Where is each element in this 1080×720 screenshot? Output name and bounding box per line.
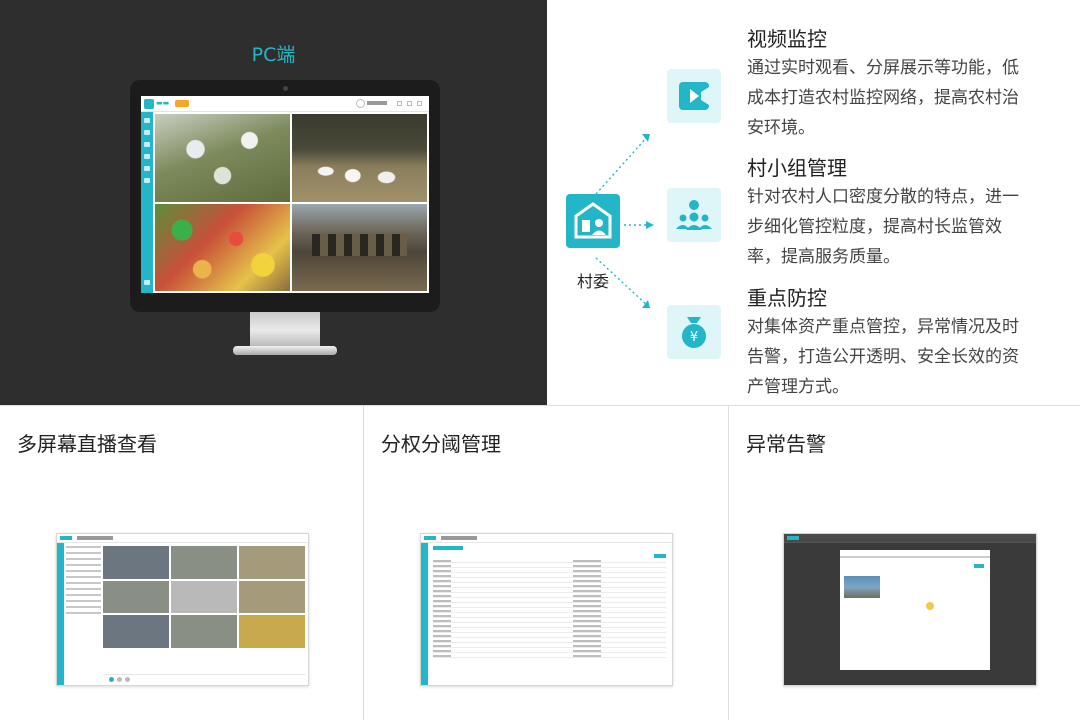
- feature-title-group: 村小组管理: [747, 156, 847, 180]
- feature-desc-video: 通过实时观看、分屏展示等功能，低 成本打造农村监控网络，提高农村治 安环境。: [747, 53, 1052, 143]
- desc-line: 针对农村人口密度分散的特点，进一: [747, 187, 1019, 207]
- feature-title-video: 视频监控: [747, 27, 827, 51]
- card-multiscreen: 多屏幕直播查看: [0, 406, 364, 720]
- feature-desc-group: 针对农村人口密度分散的特点，进一 步细化管控粒度，提高村长监管效 率，提高服务质…: [747, 182, 1052, 272]
- alarm-dialog: [840, 550, 990, 670]
- monitor-illustration: ▬▬: [130, 80, 440, 312]
- dialog-header: [840, 556, 990, 558]
- mini-tabs: [433, 546, 463, 550]
- mini-tree: [66, 546, 101, 618]
- app-topbar: ▬▬: [141, 96, 429, 112]
- mini-sidebar: [421, 543, 428, 685]
- mini-table: [433, 558, 666, 658]
- username-placeholder: [367, 101, 387, 105]
- card-title: 异常告警: [746, 432, 826, 456]
- app-logo-icon: [144, 99, 154, 109]
- mini-playback-bar: [103, 674, 305, 682]
- mini-topbar: [421, 534, 672, 543]
- close-icon: [417, 101, 422, 106]
- alarm-snapshot: [844, 576, 880, 598]
- market-camera-tile: [155, 203, 290, 291]
- card-title: 分权分阈管理: [381, 432, 501, 456]
- pc-title: PC端: [251, 44, 296, 66]
- mini-topbar: [57, 534, 308, 543]
- pc-showcase-panel: PC端 ▬▬: [0, 0, 547, 405]
- video-camera-icon: [667, 69, 721, 123]
- sidebar-icon: [144, 280, 150, 285]
- desc-line: 告警，打造公开透明、安全长效的资: [747, 347, 1019, 367]
- monitor-stand-base: [233, 346, 337, 355]
- monitor-stand-neck: [250, 312, 320, 348]
- multiscreen-screenshot: [56, 533, 309, 686]
- maximize-icon: [407, 101, 412, 106]
- desc-line: 步细化管控粒度，提高村长监管效: [747, 217, 1002, 237]
- app-sidebar: [141, 112, 153, 293]
- alarm-indicator-icon: [926, 602, 934, 610]
- money-bag-icon: ¥: [667, 305, 721, 359]
- feature-desc-guard: 对集体资产重点管控，异常情况及时 告警，打造公开透明、安全长效的资 产管理方式。: [747, 312, 1052, 402]
- hub-label: 村委: [576, 272, 609, 291]
- monitor-camera-dot: [283, 86, 288, 91]
- mini-sidebar: [57, 543, 64, 685]
- sidebar-icon: [144, 178, 150, 183]
- sidebar-icon: [144, 142, 150, 147]
- card-title: 多屏幕直播查看: [17, 432, 157, 456]
- card-permissions: 分权分阈管理: [364, 406, 729, 720]
- mini-topbar: [784, 534, 1036, 543]
- app-logo-text: ▬▬: [156, 99, 170, 107]
- mini-video-grid: [103, 546, 305, 648]
- desc-line: 通过实时观看、分屏展示等功能，低: [747, 58, 1019, 78]
- desc-line: 产管理方式。: [747, 377, 849, 397]
- desc-line: 成本打造农村监控网络，提高农村治: [747, 88, 1019, 108]
- svg-text:¥: ¥: [690, 330, 698, 345]
- alarm-screenshot: [783, 533, 1037, 686]
- video-grid: [155, 114, 427, 291]
- monitor-screen: ▬▬: [141, 96, 429, 293]
- dialog-search-button: [974, 564, 984, 568]
- sidebar-icon: [144, 154, 150, 159]
- card-alarm: 异常告警: [729, 406, 1080, 720]
- geese-camera-tile: [292, 114, 427, 202]
- sidebar-icon: [144, 118, 150, 123]
- permissions-screenshot: [420, 533, 673, 686]
- sidebar-icon: [144, 166, 150, 171]
- avatar: [356, 99, 365, 108]
- house-camera-tile: [292, 203, 427, 291]
- app-version-badge: [175, 100, 189, 107]
- desc-line: 率，提高服务质量。: [747, 247, 900, 267]
- feature-title-guard: 重点防控: [747, 286, 827, 310]
- minimize-icon: [397, 101, 402, 106]
- sidebar-icon: [144, 130, 150, 135]
- desc-line: 对集体资产重点管控，异常情况及时: [747, 317, 1019, 337]
- group-people-icon: [667, 188, 721, 242]
- desc-line: 安环境。: [747, 118, 815, 138]
- village-house-icon: [566, 194, 620, 248]
- orchard-camera-tile: [155, 114, 290, 202]
